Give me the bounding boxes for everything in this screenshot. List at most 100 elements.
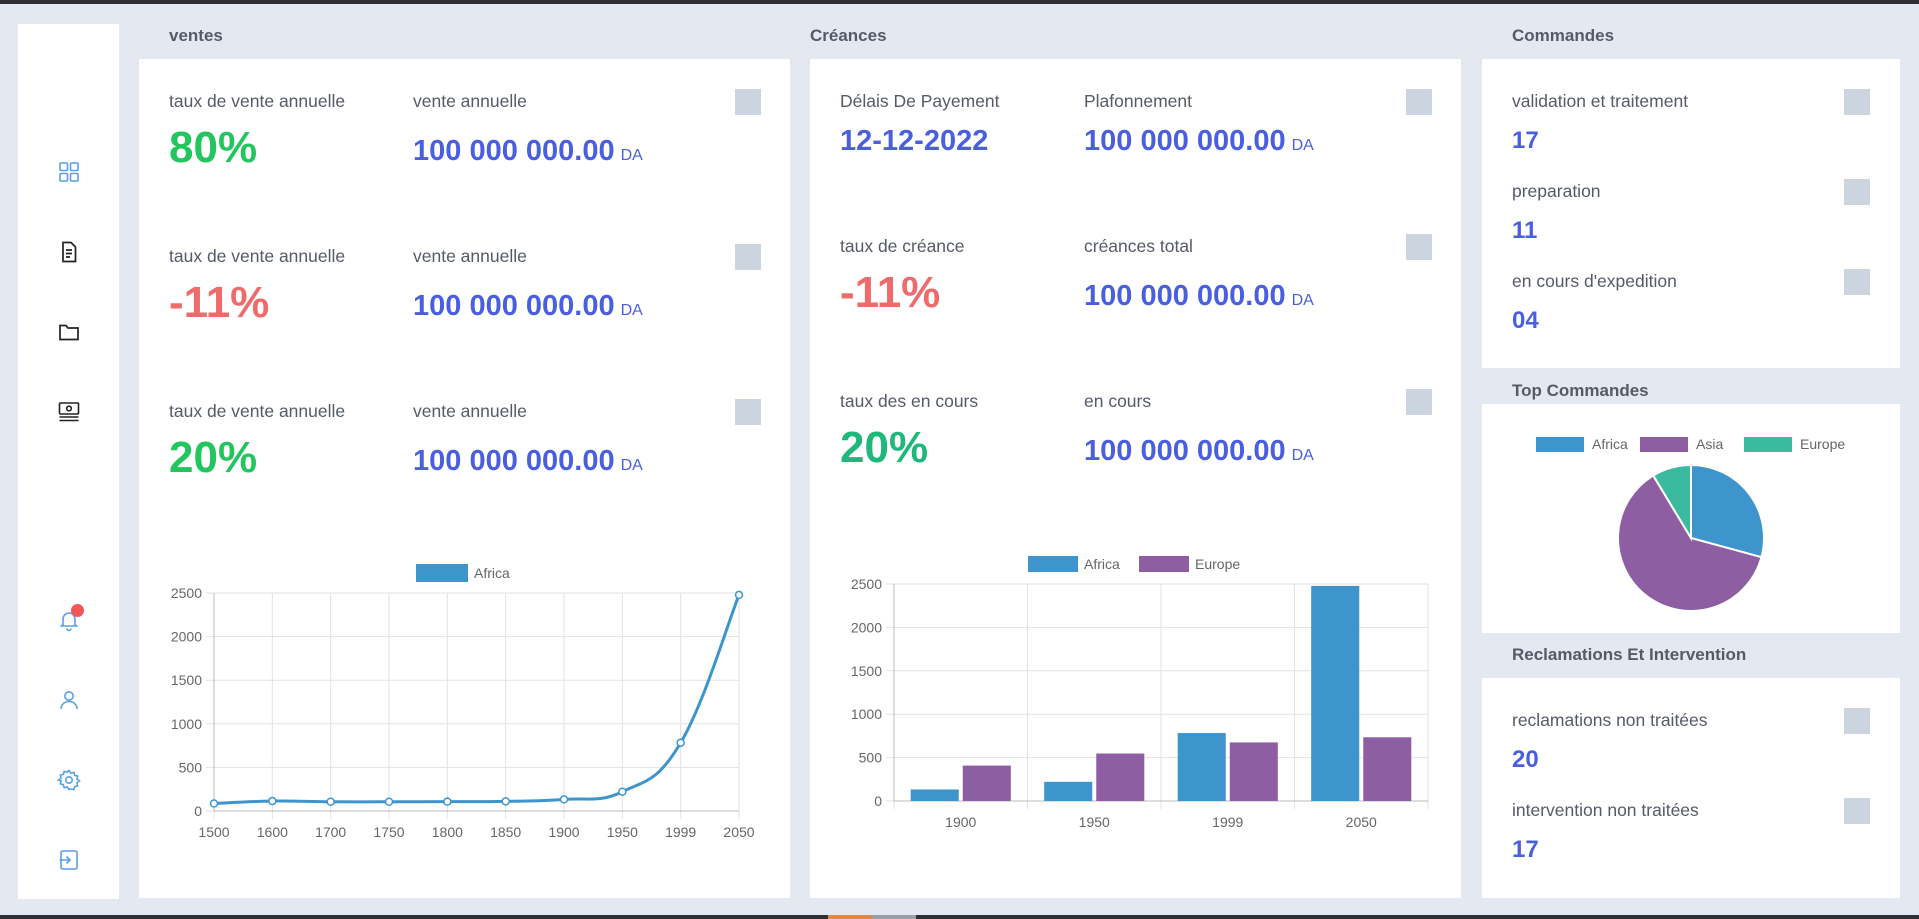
document-icon[interactable] — [57, 240, 81, 264]
y-tick-label: 2000 — [851, 619, 882, 635]
ventes-row2-checkbox[interactable] — [735, 244, 761, 270]
y-tick-label: 2500 — [851, 576, 882, 592]
legend-label: Africa — [474, 565, 510, 581]
intervention-label: intervention non traitées — [1512, 800, 1699, 820]
total-debt-value: 100 000 000.00 DA — [1084, 280, 1314, 312]
order-status-label: preparation — [1512, 181, 1601, 201]
creances-title: Créances — [810, 26, 887, 45]
x-tick-label: 2050 — [723, 824, 754, 839]
payment-delay-value: 12-12-2022 — [840, 125, 989, 157]
legend-label: Asia — [1696, 436, 1723, 452]
y-tick-label: 1500 — [851, 663, 882, 679]
legend-label: Africa — [1592, 436, 1628, 452]
reclamations-item1-checkbox[interactable] — [1844, 708, 1870, 734]
creances-row1-checkbox[interactable] — [1406, 89, 1432, 115]
x-tick-label: 1800 — [432, 824, 463, 839]
legend-label: Europe — [1195, 556, 1240, 572]
data-point — [501, 797, 510, 806]
creances-row3-checkbox[interactable] — [1406, 389, 1432, 415]
x-tick-label: 1900 — [945, 814, 976, 830]
series-line-africa — [213, 594, 741, 805]
legend-swatch — [1744, 437, 1792, 452]
pending-rate-value: 20% — [840, 423, 929, 472]
claims-label: reclamations non traitées — [1512, 710, 1708, 730]
y-tick-label: 1500 — [171, 672, 202, 688]
y-tick-label: 2000 — [171, 629, 202, 645]
reclamations-title: Reclamations Et Intervention — [1512, 645, 1747, 664]
rate-value: 80% — [169, 123, 258, 172]
rate-value: -11% — [169, 278, 270, 327]
commandes-item2-checkbox[interactable] — [1844, 179, 1870, 205]
x-tick-label: 1950 — [607, 824, 638, 839]
x-tick-label: 1500 — [198, 824, 229, 839]
data-point — [559, 795, 569, 804]
ceiling-value: 100 000 000.00 DA — [1084, 125, 1314, 157]
payment-delay-label: Délais De Payement — [840, 91, 1000, 111]
rate-label: taux de vente annuelle — [169, 246, 346, 266]
data-point — [384, 797, 394, 807]
total-debt-label: créances total — [1084, 236, 1193, 256]
top-commandes-card: Africa Asia Europe — [1482, 404, 1900, 633]
ventes-row1-checkbox[interactable] — [735, 89, 761, 115]
line-chart: Africa 0 500 1000 1500 2000 2500 1500 1600 1700 17… — [171, 564, 755, 839]
y-tick-label: 0 — [194, 803, 202, 819]
legend-swatch — [1028, 556, 1078, 572]
data-point — [326, 797, 335, 807]
window-bottom-bar — [0, 915, 1919, 919]
order-status-label: validation et traitement — [1512, 91, 1689, 111]
bar-europe — [1096, 753, 1145, 801]
x-tick-label: 1950 — [1079, 814, 1110, 830]
bar-europe — [1363, 737, 1412, 801]
reclamations-item2-checkbox[interactable] — [1844, 798, 1870, 824]
pie-chart: Africa Asia Europe — [1536, 436, 1845, 612]
data-point — [734, 590, 744, 600]
debt-rate-value: -11% — [840, 268, 941, 317]
pending-rate-label: taux des en cours — [840, 391, 979, 411]
rate-value: 20% — [169, 433, 258, 482]
data-point — [618, 787, 627, 796]
x-tick-label: 1850 — [490, 824, 521, 839]
x-tick-label: 1600 — [257, 824, 288, 839]
user-icon[interactable] — [57, 688, 81, 712]
bar-africa — [910, 789, 959, 801]
pending-value: 100 000 000.00 DA — [1084, 435, 1314, 467]
y-tick-label: 2500 — [171, 585, 202, 601]
x-tick-label: 2050 — [1346, 814, 1377, 830]
ventes-title: ventes — [169, 26, 223, 45]
data-point — [443, 797, 452, 806]
bar-europe — [962, 765, 1011, 801]
cash-register-icon[interactable] — [57, 400, 81, 424]
bell-icon[interactable] — [57, 604, 84, 632]
data-point — [268, 796, 277, 806]
data-point — [676, 738, 685, 747]
y-tick-label: 500 — [859, 750, 883, 766]
notification-badge — [71, 604, 84, 617]
rate-label: taux de vente annuelle — [169, 401, 346, 421]
y-tick-label: 0 — [874, 793, 882, 809]
ventes-row3-checkbox[interactable] — [735, 399, 761, 425]
legend-swatch — [1536, 437, 1584, 452]
y-tick-label: 1000 — [171, 716, 202, 732]
x-tick-label: 1900 — [548, 824, 579, 839]
rate-label: taux de vente annuelle — [169, 91, 346, 111]
commandes-item1-checkbox[interactable] — [1844, 89, 1870, 115]
pending-label: en cours — [1084, 391, 1152, 411]
dashboard-icon[interactable] — [57, 160, 81, 184]
legend-swatch-africa — [416, 564, 468, 582]
sidebar — [18, 24, 119, 899]
gear-icon[interactable] — [57, 768, 81, 792]
bar-europe — [1229, 742, 1278, 801]
creances-row2-checkbox[interactable] — [1406, 234, 1432, 260]
folder-icon[interactable] — [57, 320, 81, 344]
taskbar-indicator — [828, 915, 872, 919]
commandes-item3-checkbox[interactable] — [1844, 269, 1870, 295]
claims-count: 20 — [1512, 746, 1539, 773]
logout-icon[interactable] — [57, 848, 81, 872]
legend-swatch — [1139, 556, 1189, 572]
reclamations-card: reclamations non traitées 20 interventio… — [1482, 678, 1900, 898]
order-status-count: 17 — [1512, 127, 1539, 154]
legend-label: Africa — [1084, 556, 1120, 572]
bar-africa — [1311, 585, 1360, 801]
x-tick-label: 1999 — [665, 824, 696, 839]
amount-label: vente annuelle — [413, 91, 527, 111]
